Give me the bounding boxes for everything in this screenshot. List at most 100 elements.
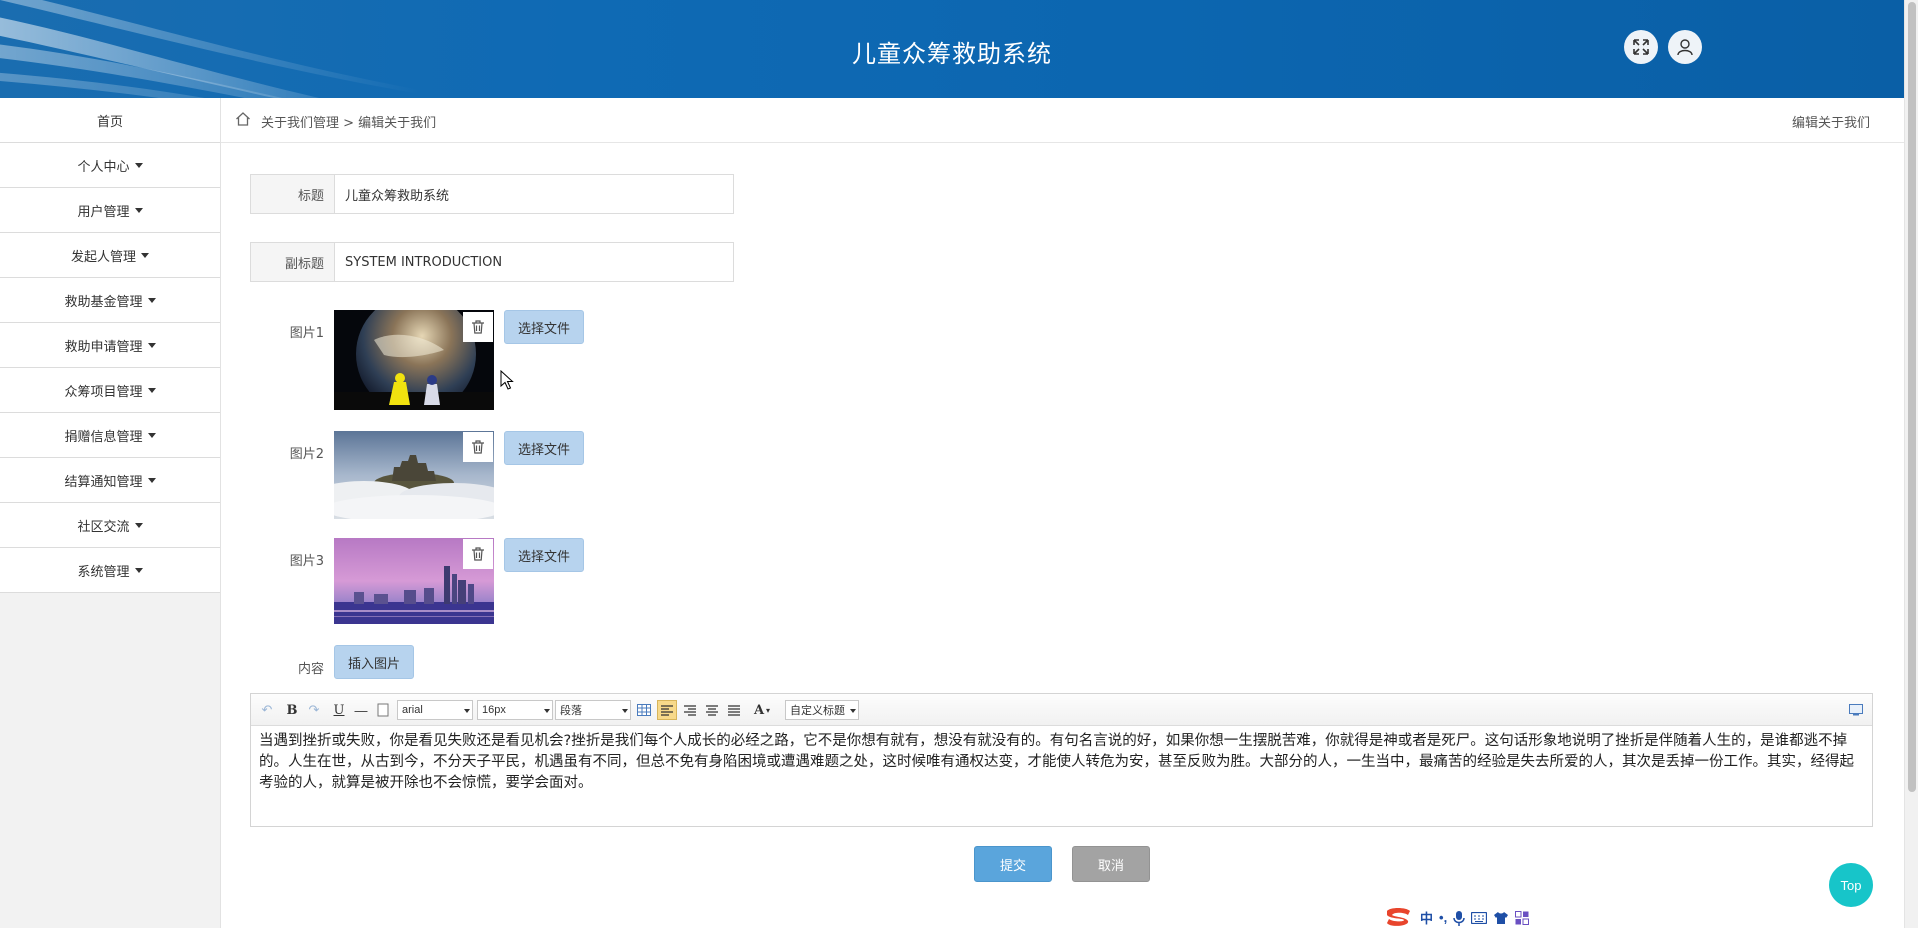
sidebar-item-personal-center[interactable]: 个人中心 — [0, 143, 220, 188]
font-color-icon[interactable]: A ▾ — [749, 700, 775, 720]
trash-icon — [472, 547, 484, 561]
user-menu-button[interactable] — [1668, 30, 1702, 64]
sidebar-item-label: 首页 — [96, 114, 123, 130]
page-scrollbar[interactable] — [1904, 0, 1918, 928]
sidebar-item-label: 众筹项目管理 — [64, 384, 143, 400]
breadcrumb: 关于我们管理 > 编辑关于我们 编辑关于我们 — [221, 98, 1904, 143]
sidebar-item-user-management[interactable]: 用户管理 — [0, 188, 220, 233]
expand-icon — [1633, 39, 1649, 55]
sogou-logo-icon[interactable] — [1384, 907, 1414, 928]
subtitle-label: 副标题 — [251, 243, 335, 281]
cancel-button[interactable]: 取消 — [1072, 846, 1150, 882]
user-icon — [1677, 39, 1693, 56]
paste-plain-icon[interactable] — [375, 700, 391, 720]
editor-toolbar: ↶ B ↷ U — arial 16px 段落 A ▾ 自定义标题 — [251, 694, 1872, 726]
toolbox-grid-icon[interactable] — [1515, 909, 1530, 927]
caret-down-icon — [134, 522, 143, 528]
sidebar-item-label: 发起人管理 — [70, 249, 136, 265]
sidebar-item-home[interactable]: 首页 — [0, 98, 220, 143]
sidebar-item-system-management[interactable]: 系统管理 — [0, 548, 220, 593]
sidebar-item-label: 救助申请管理 — [64, 339, 143, 355]
submit-button[interactable]: 提交 — [974, 846, 1052, 882]
redo-icon[interactable]: ↷ — [306, 700, 322, 720]
sidebar-item-donation-management[interactable]: 捐赠信息管理 — [0, 413, 220, 458]
subtitle-field: 副标题 — [250, 242, 734, 282]
insert-image-button[interactable]: 插入图片 — [334, 645, 414, 679]
font-size-select[interactable]: 16px — [477, 700, 553, 720]
fullscreen-button[interactable] — [1624, 30, 1658, 64]
ime-punctuation[interactable]: •, — [1439, 909, 1447, 927]
sidebar-item-label: 用户管理 — [77, 204, 130, 220]
title-field: 标题 — [250, 174, 734, 214]
ime-toolbar: 中 •, — [1384, 907, 1564, 928]
align-justify-icon[interactable] — [725, 700, 743, 720]
trash-icon — [472, 440, 484, 454]
sidebar-item-initiator-management[interactable]: 发起人管理 — [0, 233, 220, 278]
font-family-value: arial — [402, 704, 423, 716]
sidebar-item-settlement-management[interactable]: 结算通知管理 — [0, 458, 220, 503]
image1-label: 图片1 — [289, 326, 324, 341]
caret-down-icon — [134, 207, 143, 213]
mouse-cursor-icon — [500, 370, 514, 390]
custom-title-select[interactable]: 自定义标题 — [785, 700, 859, 720]
image3-label: 图片3 — [289, 554, 324, 569]
image1-choose-file-button[interactable]: 选择文件 — [504, 310, 584, 344]
image2-label: 图片2 — [289, 447, 324, 462]
sidebar-item-label: 救助基金管理 — [64, 294, 143, 310]
align-center-icon[interactable] — [703, 700, 721, 720]
sidebar-item-fund-management[interactable]: 救助基金管理 — [0, 278, 220, 323]
caret-down-icon — [147, 477, 156, 483]
app-title: 儿童众筹救助系统 — [852, 40, 1052, 68]
font-family-select[interactable]: arial — [397, 700, 473, 720]
undo-icon[interactable]: ↶ — [259, 700, 275, 720]
caret-down-icon — [147, 297, 156, 303]
caret-down-icon — [147, 387, 156, 393]
keyboard-icon[interactable] — [1471, 909, 1488, 927]
page-title: 编辑关于我们 — [1791, 116, 1870, 131]
table-icon[interactable] — [635, 700, 653, 720]
sidebar-item-application-management[interactable]: 救助申请管理 — [0, 323, 220, 368]
caret-down-icon — [134, 567, 143, 573]
trash-icon — [472, 320, 484, 334]
image1-delete-button[interactable] — [463, 312, 493, 342]
breadcrumb-path[interactable]: 关于我们管理 > 编辑关于我们 — [261, 112, 436, 131]
rich-text-editor: ↶ B ↷ U — arial 16px 段落 A ▾ 自定义标题 当遇到挫折或失 — [250, 693, 1873, 827]
microphone-icon[interactable] — [1453, 909, 1465, 927]
sidebar-item-label: 系统管理 — [77, 564, 130, 580]
bold-icon[interactable]: B — [284, 700, 300, 720]
caret-down-icon — [134, 162, 143, 168]
home-icon[interactable] — [235, 111, 251, 127]
underline-icon[interactable]: U — [331, 700, 347, 720]
title-label: 标题 — [251, 175, 335, 213]
caret-down-icon — [147, 342, 156, 348]
sidebar-item-label: 社区交流 — [77, 519, 130, 535]
align-right-icon[interactable] — [681, 700, 699, 720]
image2-choose-file-button[interactable]: 选择文件 — [504, 431, 584, 465]
title-input[interactable] — [335, 175, 733, 213]
scrollbar-thumb[interactable] — [1908, 2, 1916, 792]
align-left-icon[interactable] — [657, 700, 677, 720]
sidebar-item-project-management[interactable]: 众筹项目管理 — [0, 368, 220, 413]
font-size-value: 16px — [482, 704, 506, 716]
sidebar-item-label: 捐赠信息管理 — [64, 429, 143, 445]
subtitle-input[interactable] — [335, 243, 733, 281]
sidebar-item-community[interactable]: 社区交流 — [0, 503, 220, 548]
content-label: 内容 — [297, 662, 324, 677]
sidebar: 首页 个人中心 用户管理 发起人管理 救助基金管理 救助申请管理 众筹项目管理 … — [0, 98, 221, 928]
horizontal-rule-icon[interactable]: — — [353, 700, 369, 720]
source-view-icon[interactable] — [1847, 700, 1865, 720]
caret-down-icon — [147, 432, 156, 438]
skin-shirt-icon[interactable] — [1493, 909, 1509, 927]
image2-delete-button[interactable] — [463, 432, 493, 462]
sidebar-item-label: 个人中心 — [77, 159, 130, 175]
paragraph-value: 段落 — [560, 705, 582, 717]
editor-content[interactable]: 当遇到挫折或失败，你是看见失败还是看见机会?挫折是我们每个人成长的必经之路，它不… — [251, 726, 1872, 799]
sidebar-item-label: 结算通知管理 — [64, 474, 143, 490]
paragraph-select[interactable]: 段落 — [555, 700, 631, 720]
image3-delete-button[interactable] — [463, 539, 493, 569]
image3-choose-file-button[interactable]: 选择文件 — [504, 538, 584, 572]
top-header: 儿童众筹救助系统 — [0, 0, 1904, 98]
back-to-top-button[interactable]: Top — [1829, 863, 1873, 907]
caret-down-icon — [141, 252, 149, 258]
ime-mode[interactable]: 中 — [1420, 909, 1433, 927]
